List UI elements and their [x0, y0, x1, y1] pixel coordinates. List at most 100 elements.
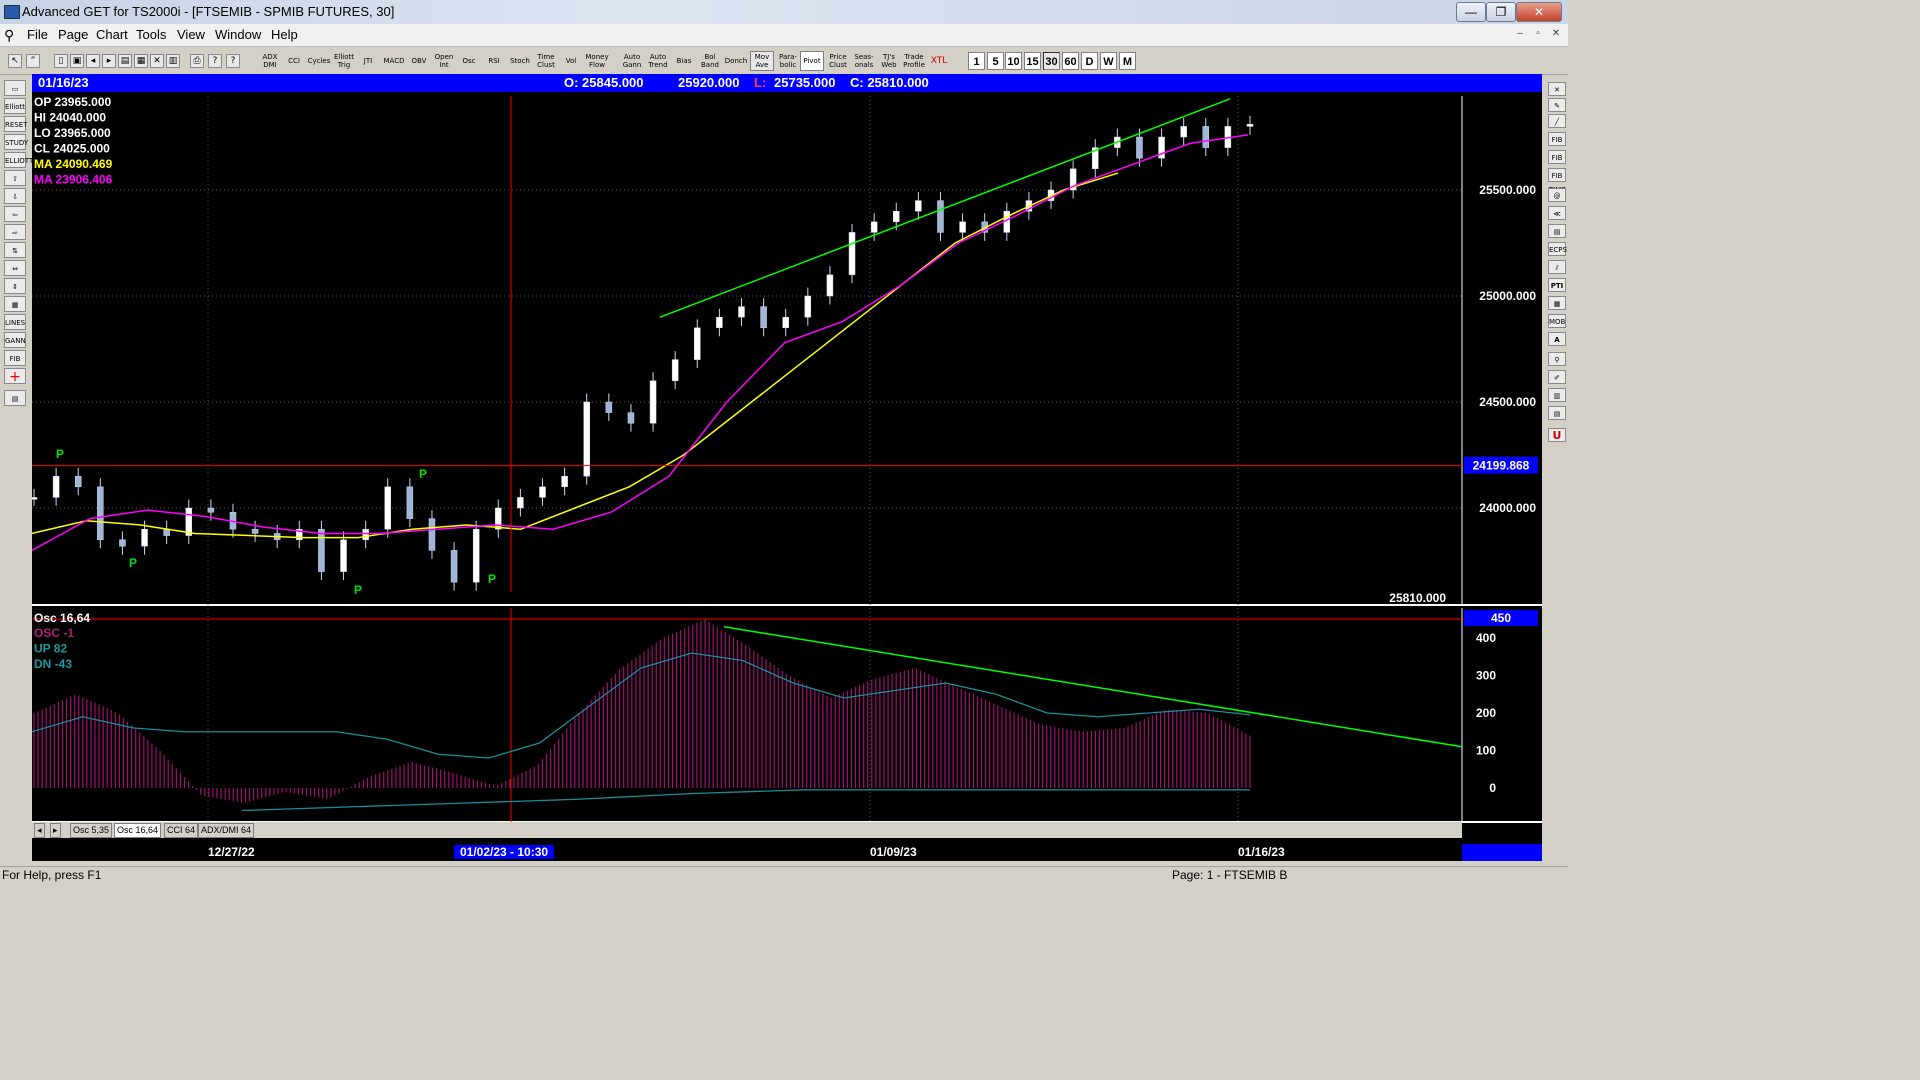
mdi-close-button[interactable]: ✕: [1548, 27, 1564, 41]
ind-vol[interactable]: Vol: [560, 51, 582, 71]
ind-bias[interactable]: Bias: [672, 51, 696, 71]
ind-osc[interactable]: Osc: [458, 51, 480, 71]
ind-autotrend[interactable]: Auto Trend: [646, 51, 670, 71]
copy-icon[interactable]: ▣: [70, 54, 84, 68]
minimize-button[interactable]: —: [1456, 2, 1486, 22]
ind-adx[interactable]: ADX DMI: [258, 51, 282, 71]
ind-donch[interactable]: Donch: [724, 51, 748, 71]
mdi-minimize-button[interactable]: –: [1512, 27, 1528, 41]
open-icon[interactable]: ▭: [4, 80, 26, 96]
tab-scroll-right[interactable]: ▸: [50, 823, 61, 838]
ind-seasonals[interactable]: Seas-onals: [852, 51, 876, 71]
tf-d[interactable]: D: [1081, 52, 1098, 70]
ind-parabolic[interactable]: Para-bolic: [776, 51, 800, 71]
ecps-icon[interactable]: ECPS: [1548, 242, 1567, 256]
tf-w[interactable]: W: [1100, 52, 1117, 70]
grid-tool-icon[interactable]: ▦: [4, 296, 26, 312]
page-icon[interactable]: ▤: [118, 54, 132, 68]
menu-file[interactable]: File: [27, 27, 48, 42]
tf-m[interactable]: M: [1119, 52, 1136, 70]
fib-icon[interactable]: FIB: [4, 350, 26, 366]
delete-icon[interactable]: ✕: [150, 54, 164, 68]
elliott-wave-icon[interactable]: ELLIOTT: [4, 152, 33, 168]
tab-adx-dmi-64[interactable]: ADX/DMI 64: [198, 823, 255, 838]
menu-tools[interactable]: Tools: [136, 27, 166, 42]
tf-10[interactable]: 10: [1005, 52, 1022, 70]
ind-tjweb[interactable]: TJ's Web: [877, 51, 901, 71]
fan-icon[interactable]: ≪: [1548, 206, 1566, 220]
mob-icon[interactable]: MOB: [1548, 314, 1566, 328]
ind-obv[interactable]: OBV: [408, 51, 430, 71]
help-icon[interactable]: ?: [208, 54, 222, 68]
ind-stoch[interactable]: Stoch: [508, 51, 532, 71]
erase-icon[interactable]: ✕: [1548, 82, 1566, 96]
highlight-icon[interactable]: ✐: [1548, 370, 1566, 384]
ind-xtl[interactable]: XTL: [927, 51, 951, 71]
scroll-left-icon[interactable]: ◂: [86, 54, 100, 68]
fib-ret-icon[interactable]: FIB RET: [1548, 132, 1566, 158]
tf-60[interactable]: 60: [1062, 52, 1079, 70]
ind-jti[interactable]: JTI: [357, 51, 379, 71]
doc-icon[interactable]: ⚲: [4, 27, 14, 44]
gann-icon[interactable]: GANN: [4, 332, 26, 348]
properties-icon[interactable]: ▤: [4, 390, 26, 406]
menu-chart[interactable]: Chart: [96, 27, 128, 42]
grid-right-icon[interactable]: ▦: [1548, 296, 1566, 310]
reset-icon[interactable]: RESET: [4, 116, 27, 132]
arrow-up-icon[interactable]: ⇧: [4, 170, 26, 186]
tab-osc-16-64[interactable]: Osc 16,64: [114, 823, 162, 838]
context-help-icon[interactable]: ?: [226, 54, 240, 68]
print-icon[interactable]: ⎙: [190, 54, 204, 68]
mdi-restore-button[interactable]: ▫: [1530, 27, 1546, 41]
ind-cycles[interactable]: Cycles: [307, 51, 331, 71]
quote-icon[interactable]: ”: [26, 54, 40, 68]
ind-rsi[interactable]: RSI: [482, 51, 506, 71]
tf-1[interactable]: 1: [968, 52, 985, 70]
tab-osc-5-35[interactable]: Osc 5,35: [70, 823, 113, 838]
scroll-right-icon[interactable]: ▸: [102, 54, 116, 68]
ind-moneyflow[interactable]: Money Flow: [584, 51, 610, 71]
ind-openint[interactable]: Open Int: [432, 51, 456, 71]
tf-5[interactable]: 5: [987, 52, 1004, 70]
arrow-down-icon[interactable]: ⇩: [4, 188, 26, 204]
lines-icon[interactable]: LINES: [4, 314, 26, 330]
expand-icon[interactable]: ⇔: [4, 260, 26, 276]
zoom-icon[interactable]: ⚲: [1548, 352, 1566, 366]
line-icon[interactable]: ╱: [1548, 114, 1566, 128]
calc-icon[interactable]: ▥: [1548, 388, 1566, 402]
pencil-icon[interactable]: ✎: [1548, 98, 1566, 112]
ind-tradeprofile[interactable]: Trade Profile: [902, 51, 926, 71]
new-icon[interactable]: ▯: [54, 54, 68, 68]
tab-cci-64[interactable]: CCI 64: [164, 823, 199, 838]
ind-autogann[interactable]: Auto Gann: [620, 51, 644, 71]
ind-elliott[interactable]: Elliott Trig: [332, 51, 356, 71]
arrow-left-icon[interactable]: ⇦: [4, 206, 26, 222]
arrow-right-icon[interactable]: ⇨: [4, 224, 26, 240]
list-icon[interactable]: ▤: [1548, 406, 1566, 420]
tab-scroll-left[interactable]: ◂: [34, 823, 45, 838]
table-icon[interactable]: ▥: [166, 54, 180, 68]
spiral-icon[interactable]: @: [1548, 188, 1566, 202]
close-button[interactable]: ✕: [1516, 2, 1562, 22]
pti-icon[interactable]: PTI: [1548, 278, 1566, 292]
ind-cci[interactable]: CCI: [283, 51, 305, 71]
menu-view[interactable]: View: [177, 27, 205, 42]
ind-bolband[interactable]: Bol Band: [698, 51, 722, 71]
ind-macd[interactable]: MACD: [381, 51, 407, 71]
bars-icon[interactable]: ⇅: [4, 242, 26, 258]
ind-movave[interactable]: Mov Ave: [750, 51, 774, 71]
grid-icon[interactable]: ▦: [134, 54, 148, 68]
ind-priceclust[interactable]: Price Clust: [826, 51, 850, 71]
chart-area[interactable]: 25500.000 25000.000 24500.000 24000.000 400 3…: [32, 92, 1542, 844]
crosshair-icon[interactable]: +: [4, 368, 26, 385]
menu-window[interactable]: Window: [215, 27, 261, 42]
ind-timeclust[interactable]: Time Clust: [534, 51, 558, 71]
fib-time-icon[interactable]: FIB TIME: [1548, 168, 1566, 194]
ind-pivot[interactable]: Pivot: [800, 51, 824, 71]
menu-page[interactable]: Page: [58, 27, 88, 42]
fib-ext-icon[interactable]: FIB EXT: [1548, 150, 1566, 176]
pointer-icon[interactable]: ↖: [8, 54, 22, 68]
tf-30[interactable]: 30: [1043, 52, 1060, 70]
tf-15[interactable]: 15: [1024, 52, 1041, 70]
maximize-button[interactable]: ❐: [1486, 2, 1516, 22]
